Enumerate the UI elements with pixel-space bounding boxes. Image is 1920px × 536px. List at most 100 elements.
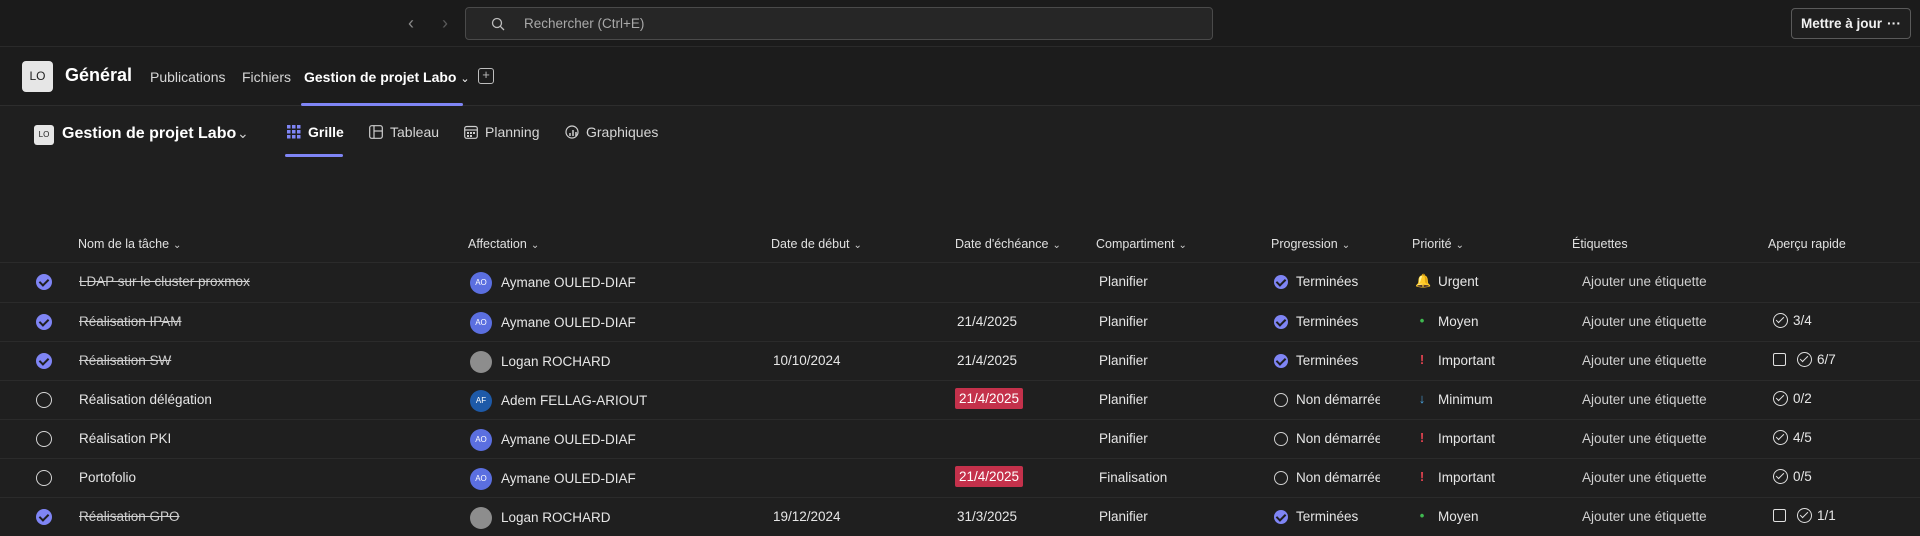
tab-fichiers[interactable]: Fichiers [242, 69, 291, 85]
table-row[interactable]: Réalisation PKI AO Aymane OULED-DIAF Planif… [0, 419, 1920, 458]
task-name[interactable]: Réalisation SW [79, 353, 171, 368]
bucket[interactable]: Planifier [1099, 274, 1148, 289]
column-header-priority[interactable]: Priorité ⌄ [1412, 237, 1464, 251]
table-row[interactable]: Réalisation GPO Logan ROCHARD 19/12/2024 31… [0, 497, 1920, 536]
top-bar: ‹ › Rechercher (Ctrl+E) Mettre à jour ··… [0, 0, 1920, 47]
add-label-button[interactable]: Ajouter une étiquette [1582, 274, 1707, 289]
task-name[interactable]: LDAP sur le cluster proxmox [79, 274, 250, 289]
task-name[interactable]: Réalisation PKI [79, 431, 171, 446]
board-icon [369, 125, 383, 139]
table-row[interactable]: Réalisation délégation AF Adem FELLAG-ARIO… [0, 380, 1920, 419]
view-tab-graphiques[interactable]: Graphiques [565, 124, 658, 140]
add-label-button[interactable]: Ajouter une étiquette [1582, 353, 1707, 368]
priority[interactable]: Important [1438, 353, 1495, 368]
progress-status[interactable]: Non démarrée [1296, 470, 1380, 485]
quick-preview[interactable]: 3/4 [1773, 313, 1812, 328]
add-label-button[interactable]: Ajouter une étiquette [1582, 470, 1707, 485]
view-tab-tableau[interactable]: Tableau [369, 124, 439, 140]
progress-status[interactable]: Non démarrée [1296, 392, 1380, 407]
more-options-icon[interactable]: ··· [1887, 9, 1901, 38]
task-name[interactable]: Réalisation IPAM [79, 314, 182, 329]
due-date-overdue[interactable]: 21/4/2025 [955, 388, 1024, 409]
priority[interactable]: Important [1438, 431, 1495, 446]
bucket[interactable]: Planifier [1099, 431, 1148, 446]
chevron-down-icon: ⌄ [460, 73, 470, 85]
quick-preview[interactable]: 0/2 [1773, 391, 1812, 406]
view-tab-planning[interactable]: Planning [464, 124, 540, 140]
bucket[interactable]: Planifier [1099, 353, 1148, 368]
bucket[interactable]: Planifier [1099, 392, 1148, 407]
priority[interactable]: Important [1438, 470, 1495, 485]
quick-preview[interactable]: 4/5 [1773, 430, 1812, 445]
forward-arrow-icon[interactable]: › [434, 12, 456, 34]
task-name[interactable]: Réalisation GPO [79, 509, 180, 524]
update-button[interactable]: Mettre à jour ··· [1791, 8, 1911, 39]
due-date[interactable]: 31/3/2025 [957, 509, 1017, 524]
column-header-bucket[interactable]: Compartiment ⌄ [1096, 237, 1187, 251]
task-complete-checkbox[interactable] [36, 274, 52, 290]
table-row[interactable]: LDAP sur le cluster proxmox AO Aymane OULE… [0, 262, 1920, 301]
priority[interactable]: Minimum [1438, 392, 1493, 407]
quick-preview[interactable]: 0/5 [1773, 469, 1812, 484]
priority-icon: ! [1419, 469, 1425, 484]
task-complete-checkbox[interactable] [36, 392, 52, 408]
assignee-name[interactable]: Logan ROCHARD [501, 510, 611, 525]
due-date[interactable]: 21/4/2025 [957, 353, 1017, 368]
progress-status[interactable]: Terminées [1296, 353, 1380, 368]
bucket[interactable]: Planifier [1099, 314, 1148, 329]
quick-preview[interactable]: 6/7 [1773, 352, 1836, 367]
progress-icon [1274, 510, 1288, 524]
task-complete-checkbox[interactable] [36, 353, 52, 369]
plan-chevron-down-icon[interactable]: ⌄ [237, 125, 249, 142]
progress-status[interactable]: Terminées [1296, 274, 1380, 289]
table-row[interactable]: Réalisation SW Logan ROCHARD 10/10/2024 21/… [0, 341, 1920, 380]
due-date[interactable]: 21/4/2025 [957, 314, 1017, 329]
search-input[interactable]: Rechercher (Ctrl+E) [465, 7, 1213, 40]
assignee-name[interactable]: Aymane OULED-DIAF [501, 432, 636, 447]
progress-status[interactable]: Non démarrée [1296, 431, 1380, 446]
tab-gestion-projet[interactable]: Gestion de projet Labo ⌄ [304, 69, 470, 85]
priority[interactable]: Urgent [1438, 274, 1479, 289]
bucket[interactable]: Planifier [1099, 509, 1148, 524]
column-header-assign[interactable]: Affectation ⌄ [468, 237, 539, 251]
task-name[interactable]: Réalisation délégation [79, 392, 212, 407]
add-label-button[interactable]: Ajouter une étiquette [1582, 392, 1707, 407]
assignee-name[interactable]: Aymane OULED-DIAF [501, 315, 636, 330]
checklist-icon [1773, 430, 1788, 445]
priority[interactable]: Moyen [1438, 314, 1479, 329]
start-date[interactable]: 10/10/2024 [773, 353, 841, 368]
add-tab-icon[interactable]: + [478, 68, 494, 84]
add-label-button[interactable]: Ajouter une étiquette [1582, 509, 1707, 524]
assignee-name[interactable]: Aymane OULED-DIAF [501, 471, 636, 486]
assignee-name[interactable]: Logan ROCHARD [501, 354, 611, 369]
priority[interactable]: Moyen [1438, 509, 1479, 524]
view-tab-grille[interactable]: Grille [287, 124, 344, 140]
add-label-button[interactable]: Ajouter une étiquette [1582, 431, 1707, 446]
table-row[interactable]: Portofolio AO Aymane OULED-DIAF 21/4/2025 Fi… [0, 458, 1920, 497]
progress-status[interactable]: Terminées [1296, 509, 1380, 524]
progress-status[interactable]: Terminées [1296, 314, 1380, 329]
column-header-progress[interactable]: Progression ⌄ [1271, 237, 1350, 251]
assignee-name[interactable]: Adem FELLAG-ARIOUT [501, 393, 647, 408]
add-label-button[interactable]: Ajouter une étiquette [1582, 314, 1707, 329]
plan-title[interactable]: Gestion de projet Labo [62, 125, 236, 143]
task-complete-checkbox[interactable] [36, 509, 52, 525]
task-name[interactable]: Portofolio [79, 470, 136, 485]
progress-icon [1274, 393, 1288, 407]
due-date-overdue[interactable]: 21/4/2025 [955, 466, 1024, 487]
tab-publications[interactable]: Publications [150, 69, 226, 85]
task-complete-checkbox[interactable] [36, 470, 52, 486]
task-complete-checkbox[interactable] [36, 431, 52, 447]
channel-header: LO Général Publications Fichiers Gestion… [0, 47, 1920, 106]
bucket[interactable]: Finalisation [1099, 470, 1167, 485]
quick-preview[interactable]: 1/1 [1773, 508, 1836, 523]
start-date[interactable]: 19/12/2024 [773, 509, 841, 524]
task-complete-checkbox[interactable] [36, 314, 52, 330]
assignee-name[interactable]: Aymane OULED-DIAF [501, 275, 636, 290]
column-header-start[interactable]: Date de début ⌄ [771, 237, 862, 251]
column-header-due[interactable]: Date d'échéance ⌄ [955, 237, 1061, 251]
team-avatar[interactable]: LO [22, 61, 53, 92]
back-arrow-icon[interactable]: ‹ [400, 12, 422, 34]
table-row[interactable]: Réalisation IPAM AO Aymane OULED-DIAF 21/4/… [0, 302, 1920, 341]
column-header-task[interactable]: Nom de la tâche ⌄ [78, 237, 181, 251]
